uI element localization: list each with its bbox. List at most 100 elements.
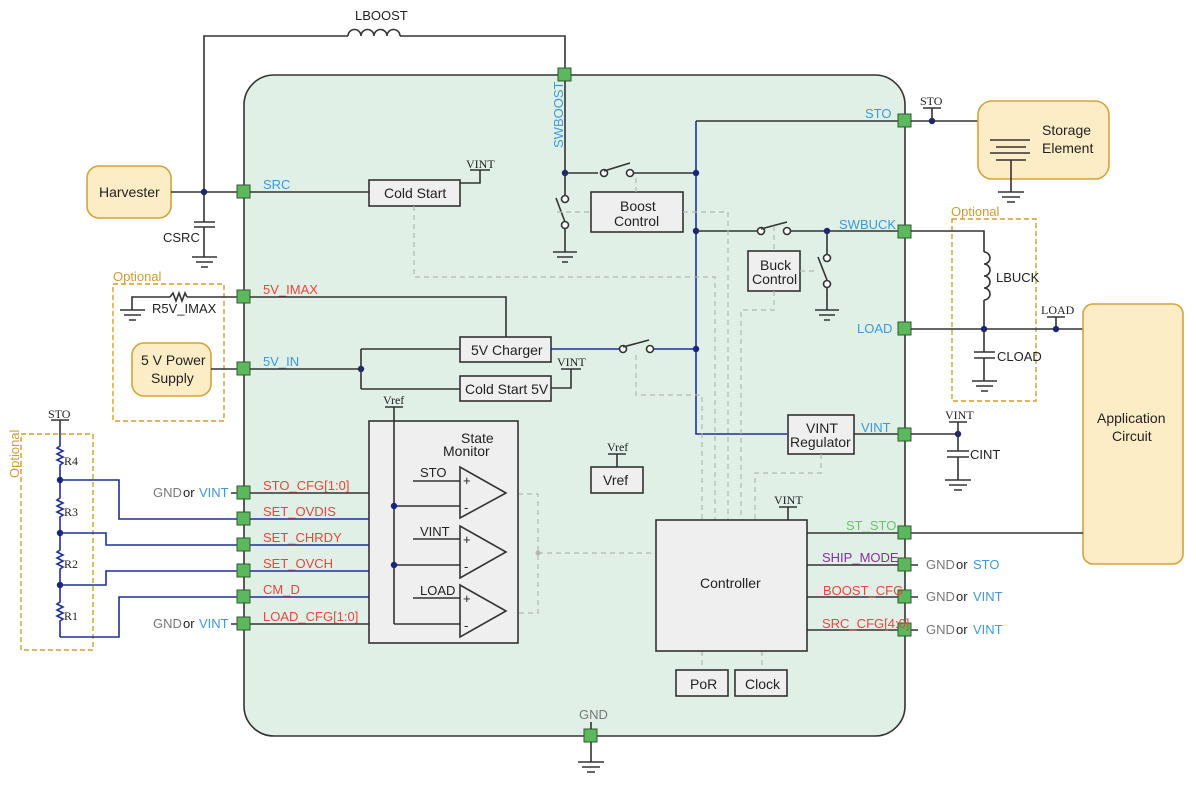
pin-cm-d[interactable] <box>236 589 251 604</box>
svg-text:VINT: VINT <box>973 622 1003 637</box>
lbuck-label: LBUCK <box>996 270 1040 285</box>
boost-control-label-2: Control <box>614 213 659 229</box>
cload-label: CLOAD <box>997 349 1042 364</box>
pin-set-ovch[interactable] <box>236 563 251 578</box>
pin-gnd[interactable] <box>583 728 598 743</box>
ship-mode-tie: GND or STO <box>926 557 1000 572</box>
pin-swbuck[interactable] <box>897 224 912 239</box>
load-cfg-tie: GND or VINT <box>153 616 229 631</box>
optional-buck-group <box>951 218 1037 402</box>
lboost-inductor-icon <box>347 28 401 37</box>
5v-in-pin-label: 5V_IN <box>263 354 299 369</box>
load-cfg-pin-label: LOAD_CFG[1:0] <box>263 609 358 624</box>
svg-text:GND: GND <box>926 622 955 637</box>
ground-icon <box>998 191 1024 203</box>
vref-rail-label: Vref <box>607 440 628 454</box>
load-pin-label: LOAD <box>857 321 892 336</box>
pin-sto-cfg[interactable] <box>236 485 251 500</box>
svg-text:or: or <box>956 557 968 572</box>
vref-block-label: Vref <box>603 472 628 488</box>
svg-text:or: or <box>183 616 195 631</box>
cint-label: CINT <box>970 447 1000 462</box>
svg-text:GND: GND <box>153 485 182 500</box>
boost-cfg-tie: GND or VINT <box>926 589 1003 604</box>
svg-text:-: - <box>464 618 468 633</box>
clock-label: Clock <box>745 676 781 692</box>
src-cfg-pin-label: SRC_CFG[4:0] <box>822 616 909 631</box>
sto-cfg-pin-label: STO_CFG[1:0] <box>263 478 349 493</box>
r3-label: R3 <box>64 505 78 519</box>
app-label-2: Circuit <box>1112 428 1152 444</box>
vint-rail-label: VINT <box>466 157 495 171</box>
svg-text:VINT: VINT <box>199 616 229 631</box>
sto-rail-label: STO <box>48 407 71 421</box>
5v-charger-label: 5V Charger <box>471 342 543 358</box>
power-label-2: Supply <box>151 370 194 386</box>
pin-src[interactable] <box>236 184 251 199</box>
vint-reg-label-2: Regulator <box>790 434 851 450</box>
optional-resistor-group <box>20 433 94 651</box>
svg-text:-: - <box>464 559 468 574</box>
svg-text:+: + <box>463 532 471 547</box>
svg-text:STO: STO <box>973 557 1000 572</box>
r2-label: R2 <box>64 557 78 571</box>
ship-mode-pin-label: SHIP_MODE <box>822 550 899 565</box>
svg-text:VINT: VINT <box>420 524 450 539</box>
load-rail-label: LOAD <box>1041 303 1075 317</box>
boost-cfg-pin-label: BOOST_CFG <box>823 583 903 598</box>
svg-text:LOAD: LOAD <box>420 583 455 598</box>
vref-rail-label: Vref <box>383 393 404 407</box>
harvester-label: Harvester <box>99 184 160 200</box>
optional-label: Optional <box>951 204 1000 219</box>
lboost-label: LBOOST <box>355 8 408 23</box>
pin-5v-in[interactable] <box>236 361 251 376</box>
block-diagram: LBOOST Harvester CSRC SRC Cold Start VIN… <box>7 8 1184 773</box>
r4-label: R4 <box>64 454 78 468</box>
svg-text:VINT: VINT <box>199 485 229 500</box>
pin-load[interactable] <box>897 321 912 336</box>
pin-set-ovdis[interactable] <box>236 511 251 526</box>
r5v-imax-label: R5V_IMAX <box>152 301 217 316</box>
pin-ship-mode[interactable] <box>897 557 912 572</box>
power-label-1: 5 V Power <box>141 352 206 368</box>
sto-rail-label: STO <box>920 94 943 108</box>
storage-label-2: Element <box>1042 140 1093 156</box>
r1-label: R1 <box>64 609 78 623</box>
pin-st-sto[interactable] <box>897 525 912 540</box>
storage-label-1: Storage <box>1042 122 1091 138</box>
lbuck-inductor-icon <box>983 251 991 301</box>
boost-control-label-1: Boost <box>620 198 656 214</box>
set-ovch-pin-label: SET_OVCH <box>263 556 333 571</box>
svg-text:GND: GND <box>153 616 182 631</box>
pin-vint[interactable] <box>897 427 912 442</box>
pin-swboost[interactable] <box>557 67 572 82</box>
state-monitor-label-2: Monitor <box>443 443 490 459</box>
resistor-icon <box>169 290 188 304</box>
cold-start-label: Cold Start <box>384 185 446 201</box>
pin-5v-imax[interactable] <box>236 289 251 304</box>
svg-text:GND: GND <box>926 589 955 604</box>
ground-icon <box>120 309 145 321</box>
por-label: PoR <box>690 676 717 692</box>
vint-rail-label: VINT <box>557 355 586 369</box>
svg-text:STO: STO <box>420 465 447 480</box>
ground-icon <box>578 761 604 773</box>
pin-sto[interactable] <box>897 113 912 128</box>
cm-d-pin-label: CM_D <box>263 582 300 597</box>
pin-load-cfg[interactable] <box>236 616 251 631</box>
optional-label: Optional <box>113 269 162 284</box>
svg-text:or: or <box>183 485 195 500</box>
app-label-1: Application <box>1097 410 1166 426</box>
gnd-pin-label: GND <box>579 707 608 722</box>
pin-set-chrdy[interactable] <box>236 537 251 552</box>
ground-icon <box>972 380 997 392</box>
swboost-pin-label: SWBOOST <box>551 81 566 148</box>
cold-start-5v-label: Cold Start 5V <box>465 381 549 397</box>
ground-icon <box>192 256 217 268</box>
svg-text:GND: GND <box>926 557 955 572</box>
src-cfg-tie: GND or VINT <box>926 622 1003 637</box>
5v-imax-pin-label: 5V_IMAX <box>263 282 318 297</box>
svg-text:+: + <box>463 473 471 488</box>
ground-icon <box>945 479 971 491</box>
src-pin-label: SRC <box>263 177 290 192</box>
